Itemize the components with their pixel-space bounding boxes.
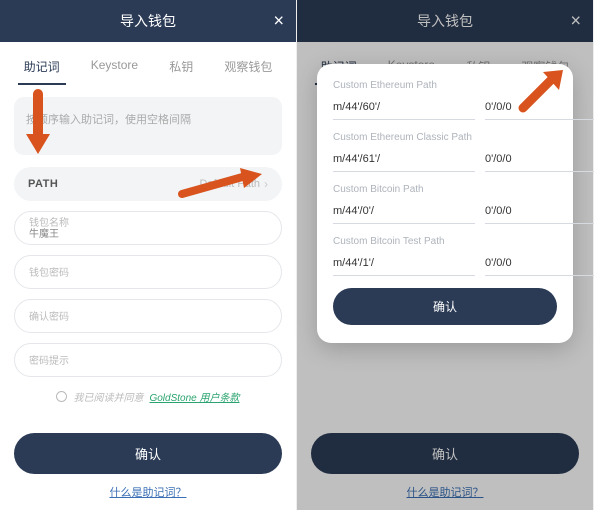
path-value: Default Path ›	[199, 177, 268, 191]
path-group-title: Custom Bitcoin Test Path	[333, 236, 557, 247]
confirm-button[interactable]: 确认	[311, 433, 579, 474]
confirm-password-label: 确认密码	[29, 312, 267, 323]
tab-privatekey[interactable]: 私钥	[163, 54, 199, 85]
path-value-text: Default Path	[199, 178, 260, 190]
tab-watch[interactable]: 观察钱包	[218, 54, 278, 85]
path-suffix-input[interactable]	[485, 253, 594, 276]
help-link[interactable]: 什么是助记词？	[0, 474, 296, 510]
path-suffix-input[interactable]	[485, 149, 594, 172]
path-group-eth: Custom Ethereum Path	[333, 80, 557, 120]
tab-keystore[interactable]: Keystore	[85, 54, 144, 85]
screen-right: 导入钱包 × 助记词 Keystore 私钥 观察钱包 确认 什么是助记词？ C…	[297, 0, 594, 510]
path-group-title: Custom Ethereum Classic Path	[333, 132, 557, 143]
path-group-title: Custom Ethereum Path	[333, 80, 557, 91]
path-group-btc: Custom Bitcoin Path	[333, 184, 557, 224]
path-label: PATH	[28, 178, 58, 190]
terms-link[interactable]: GoldStone 用户条款	[149, 389, 239, 404]
confirm-button[interactable]: 确认	[14, 433, 282, 474]
agree-prefix: 我已阅读并同意	[73, 389, 143, 404]
path-prefix-input[interactable]	[333, 97, 475, 120]
mnemonic-textarea[interactable]: 按顺序输入助记词，使用空格间隔	[14, 97, 282, 155]
path-prefix-input[interactable]	[333, 201, 475, 224]
modal-confirm-button[interactable]: 确认	[333, 288, 557, 325]
content: 按顺序输入助记词，使用空格间隔 PATH Default Path › 钱包名称…	[0, 85, 296, 419]
header: 导入钱包 ×	[0, 0, 296, 42]
wallet-name-field[interactable]: 钱包名称 牛魔王	[14, 211, 282, 245]
wallet-password-field[interactable]: 钱包密码	[14, 255, 282, 289]
checkbox-icon[interactable]	[56, 391, 67, 402]
path-prefix-input[interactable]	[333, 149, 475, 172]
path-modal: Custom Ethereum Path Custom Ethereum Cla…	[317, 64, 573, 343]
password-hint-label: 密码提示	[29, 356, 267, 367]
header-title: 导入钱包	[417, 11, 473, 31]
path-row[interactable]: PATH Default Path ›	[14, 167, 282, 201]
wallet-name-value: 牛魔王	[29, 229, 267, 240]
path-group-title: Custom Bitcoin Path	[333, 184, 557, 195]
wallet-password-label: 钱包密码	[29, 268, 267, 279]
password-hint-field[interactable]: 密码提示	[14, 343, 282, 377]
agree-row[interactable]: 我已阅读并同意 GoldStone 用户条款	[14, 389, 282, 404]
screen-left: 导入钱包 × 助记词 Keystore 私钥 观察钱包 按顺序输入助记词，使用空…	[0, 0, 297, 510]
confirm-password-field[interactable]: 确认密码	[14, 299, 282, 333]
header-title: 导入钱包	[120, 11, 176, 31]
path-suffix-input[interactable]	[485, 97, 594, 120]
chevron-right-icon: ›	[264, 177, 268, 191]
header: 导入钱包 ×	[297, 0, 593, 42]
help-link[interactable]: 什么是助记词？	[297, 474, 593, 510]
tabs: 助记词 Keystore 私钥 观察钱包	[0, 42, 296, 85]
tab-mnemonic[interactable]: 助记词	[18, 54, 66, 85]
close-icon[interactable]: ×	[273, 11, 284, 32]
path-prefix-input[interactable]	[333, 253, 475, 276]
path-suffix-input[interactable]	[485, 201, 594, 224]
close-icon[interactable]: ×	[570, 11, 581, 32]
path-group-etc: Custom Ethereum Classic Path	[333, 132, 557, 172]
wallet-name-label: 钱包名称	[29, 218, 267, 229]
path-group-btc-test: Custom Bitcoin Test Path	[333, 236, 557, 276]
